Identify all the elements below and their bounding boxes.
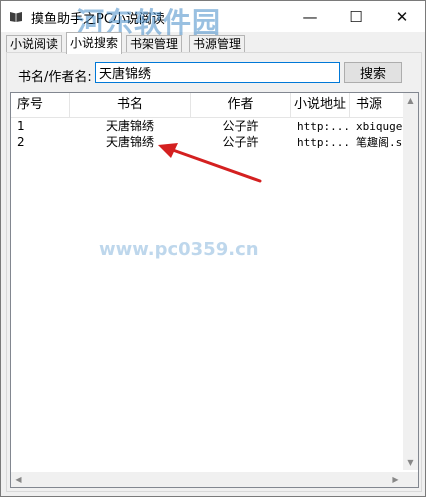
red-arrow-icon	[158, 143, 262, 183]
column-header-author[interactable]: 作者	[191, 93, 291, 117]
watermark-url: www.pc0359.cn	[99, 239, 259, 260]
tab-novel-search[interactable]: 小说搜索	[66, 32, 123, 54]
book-icon	[9, 10, 23, 22]
scrollbar-corner	[403, 472, 418, 487]
cell-index: 2	[17, 135, 25, 149]
cell-url: http:...	[297, 120, 349, 133]
horizontal-scrollbar[interactable]: ◀ ▶	[11, 472, 403, 487]
scroll-up-icon[interactable]: ▲	[403, 93, 418, 108]
scroll-down-icon[interactable]: ▼	[403, 455, 418, 470]
cell-title: 天唐锦绣	[105, 119, 154, 133]
list-header: 序号 书名 作者 小说地址 书源	[11, 93, 403, 118]
column-header-title[interactable]: 书名	[70, 93, 191, 117]
tab-book-sources[interactable]: 书源管理	[189, 35, 246, 53]
title-bar[interactable]: 摸鱼助手之PC小说阅读 河东软件园 — ☐ ✕	[1, 1, 425, 39]
table-row[interactable]: 1 天唐锦绣 公子許 http:... xbiquge.la	[11, 119, 403, 134]
cell-source: 笔趣阁.se	[356, 136, 403, 149]
column-header-url[interactable]: 小说地址	[291, 93, 350, 117]
column-header-source[interactable]: 书源	[350, 93, 403, 117]
search-button[interactable]: 搜索	[344, 62, 402, 83]
minimize-button[interactable]: —	[287, 1, 333, 32]
cell-url: http:...	[297, 136, 349, 149]
cell-source: xbiquge.la	[356, 120, 403, 133]
tab-bookshelf[interactable]: 书架管理	[126, 35, 183, 53]
close-button[interactable]: ✕	[379, 1, 425, 32]
search-label: 书名/作者名:	[18, 70, 92, 85]
tab-novel-reading[interactable]: 小说阅读	[6, 35, 63, 53]
maximize-button[interactable]: ☐	[333, 1, 379, 32]
cell-index: 1	[17, 119, 25, 133]
search-panel: 书名/作者名: 搜索 序号 书名 作者 小说地址 书源 1 天唐锦绣 公子許 h…	[6, 52, 422, 492]
vertical-scrollbar[interactable]: ▲ ▼	[403, 93, 418, 470]
column-header-index[interactable]: 序号	[11, 93, 70, 117]
app-window: 摸鱼助手之PC小说阅读 河东软件园 — ☐ ✕ 小说阅读 小说搜索 书架管理 书…	[0, 0, 426, 497]
search-input[interactable]	[95, 62, 340, 83]
scroll-left-icon[interactable]: ◀	[11, 472, 26, 487]
scroll-right-icon[interactable]: ▶	[388, 472, 403, 487]
cell-author: 公子許	[222, 119, 259, 133]
